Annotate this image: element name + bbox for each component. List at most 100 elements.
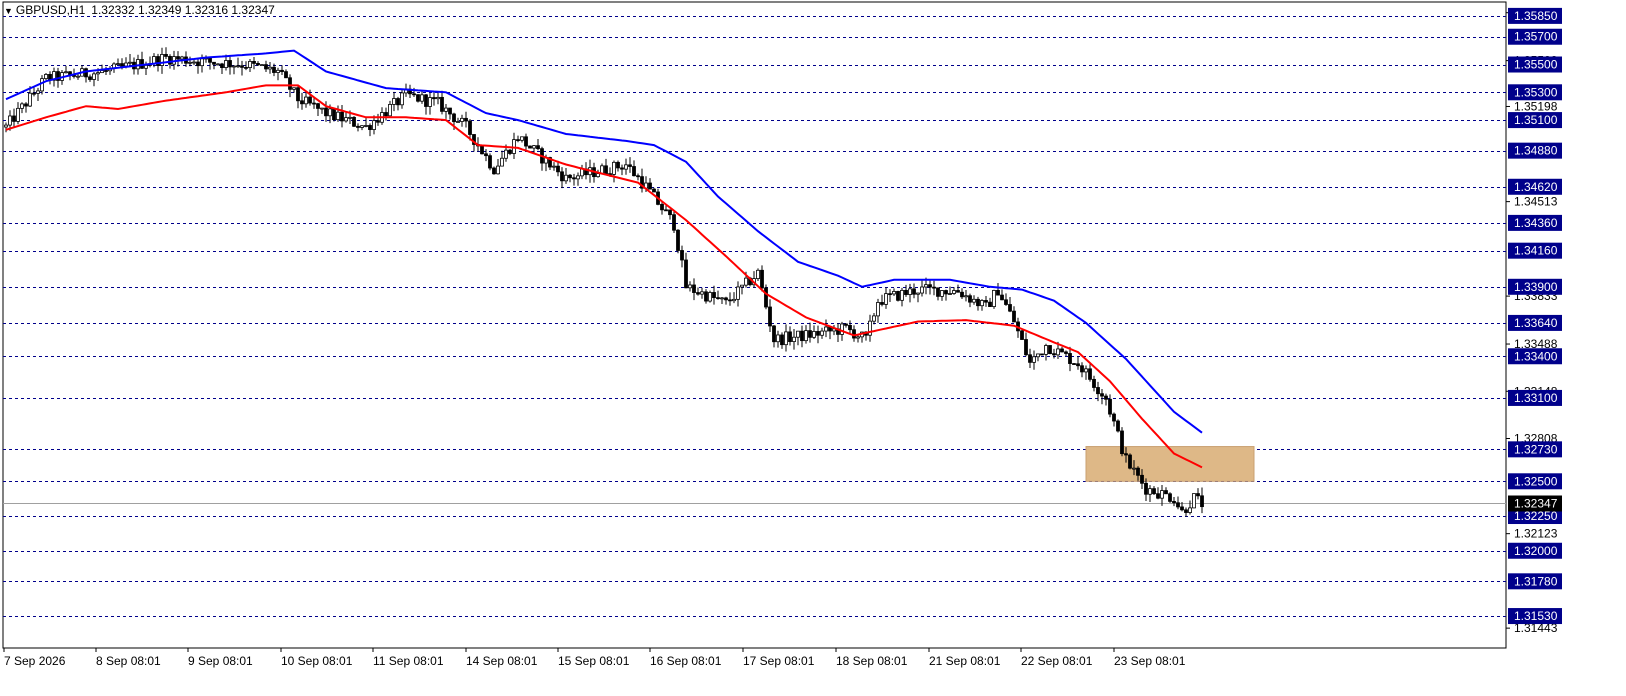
candle-body: [552, 165, 556, 168]
candle-body: [956, 290, 960, 293]
candle-body: [356, 125, 360, 128]
candle-body: [444, 107, 448, 112]
candle-body: [460, 117, 464, 122]
candle-body: [620, 167, 624, 170]
price-axis: 1.358731.355281.351981.345131.338331.334…: [1506, 6, 1562, 635]
supply-zone[interactable]: [1085, 446, 1255, 482]
candle-body: [808, 330, 812, 338]
candle-body: [36, 90, 40, 94]
candle-body: [976, 298, 980, 307]
candle-body: [268, 66, 272, 70]
candle-body: [888, 293, 892, 296]
candle-body: [364, 125, 368, 127]
candle-body: [344, 117, 348, 122]
level-label: 1.34160: [1514, 244, 1558, 258]
candle-body: [200, 58, 204, 67]
candle-body: [508, 149, 512, 154]
candle-body: [1048, 345, 1052, 355]
level-label: 1.35500: [1514, 58, 1558, 72]
candle-body: [196, 61, 200, 67]
candle-body: [312, 102, 316, 105]
candle-body: [1120, 430, 1124, 455]
candle-body: [812, 331, 816, 338]
candle-body: [1144, 482, 1148, 495]
candle-body: [144, 65, 148, 69]
candle-body: [1196, 493, 1200, 497]
price-tick-label: 1.32123: [1514, 527, 1558, 541]
candle-body: [1072, 363, 1076, 365]
level-label: 1.31530: [1514, 609, 1558, 623]
supply-zone-layer: [1085, 446, 1255, 482]
candle-body: [420, 94, 424, 102]
candle-body: [916, 292, 920, 295]
candle-body: [1192, 493, 1196, 509]
candle-body: [1064, 351, 1068, 354]
candle-body: [716, 297, 720, 300]
candle-body: [972, 298, 976, 303]
level-label: 1.33640: [1514, 316, 1558, 330]
candle-body: [556, 165, 560, 173]
level-label: 1.33400: [1514, 349, 1558, 363]
ma-slow-line[interactable]: [5, 49, 1203, 434]
candle-body: [280, 69, 284, 73]
candle-body: [524, 136, 528, 147]
candle-body: [668, 209, 672, 216]
level-label: 1.34620: [1514, 180, 1558, 194]
candle-body: [500, 157, 504, 167]
candle-body: [1076, 363, 1080, 367]
candle-body: [288, 77, 292, 90]
candle-body: [336, 111, 340, 121]
candle-body: [396, 98, 400, 106]
candle-body: [952, 290, 956, 294]
candle-body: [1136, 467, 1140, 476]
candle-body: [776, 334, 780, 343]
time-label: 22 Sep 08:01: [1021, 654, 1093, 668]
candle-body: [40, 78, 44, 92]
time-label: 7 Sep 2026: [4, 654, 66, 668]
candle-body: [348, 116, 352, 119]
candle-body: [1012, 310, 1016, 323]
candle-body: [160, 54, 164, 66]
candle-body: [260, 64, 264, 67]
candle-body: [424, 94, 428, 107]
time-label: 15 Sep 08:01: [558, 654, 630, 668]
candle-body: [276, 69, 280, 73]
candle-body: [176, 56, 180, 60]
candle-body: [208, 57, 212, 63]
candle-body: [376, 120, 380, 123]
candle-body: [744, 277, 748, 286]
level-label: 1.31780: [1514, 574, 1558, 588]
candle-body: [628, 164, 632, 167]
time-axis: 7 Sep 2026 8 Sep 08:01 9 Sep 08:01 10 Sep 0…: [3, 648, 1186, 668]
candle-body: [1008, 304, 1012, 312]
candle-body: [612, 161, 616, 175]
price-tick-label: 1.35198: [1514, 99, 1558, 113]
candle-body: [736, 286, 740, 300]
candle-body: [1092, 378, 1096, 388]
time-label: 9 Sep 08:01: [188, 654, 253, 668]
ma-fast-line[interactable]: [5, 84, 1203, 469]
time-label: 17 Sep 08:01: [743, 654, 815, 668]
candle-body: [908, 288, 912, 295]
candle-body: [648, 182, 652, 190]
candle-body: [180, 56, 184, 60]
candle-body: [244, 66, 248, 69]
candle-body: [692, 284, 696, 293]
candle-body: [492, 167, 496, 175]
candle-body: [844, 323, 848, 326]
candle-body: [252, 60, 256, 64]
candle-body: [32, 92, 36, 95]
candle-body: [1188, 507, 1192, 513]
candle-body: [964, 295, 968, 298]
candle-body: [924, 284, 928, 288]
time-label: 21 Sep 08:01: [929, 654, 1001, 668]
candle-body: [1024, 339, 1028, 356]
candle-body: [168, 56, 172, 65]
candle-body: [1176, 502, 1180, 508]
price-chart[interactable]: 1.358731.355281.351981.345131.338331.334…: [0, 0, 1626, 696]
candle-body: [328, 108, 332, 117]
candle-body: [800, 330, 804, 342]
candle-body: [1052, 353, 1056, 356]
candle-body: [352, 116, 356, 127]
candle-body: [856, 336, 860, 339]
